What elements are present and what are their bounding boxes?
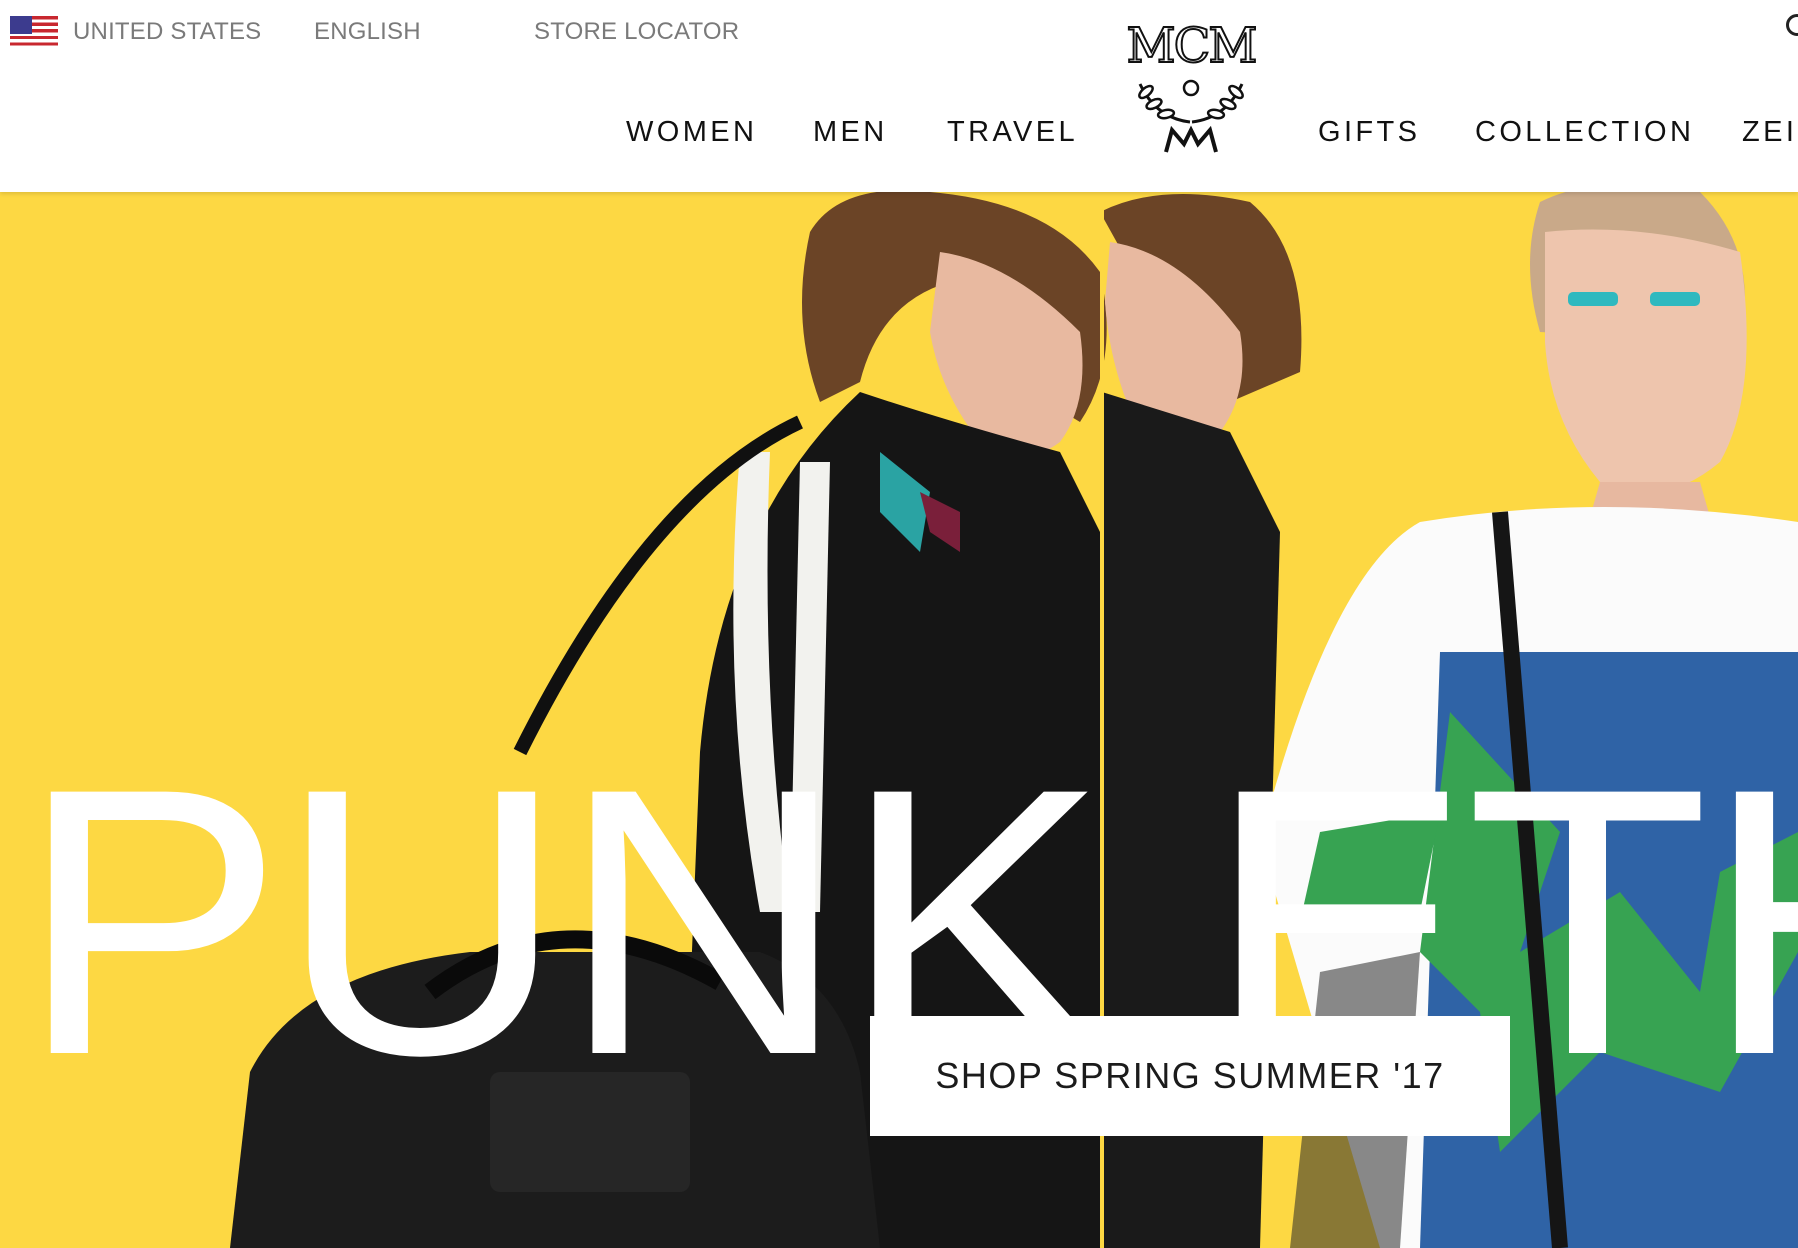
logo-wordmark: MCM (1126, 18, 1255, 74)
mcm-logo[interactable]: MCM (1125, 17, 1259, 158)
nav-zeitgeist[interactable]: ZEIT (1742, 116, 1798, 149)
mcm-laurel-logo-icon: MCM (1125, 17, 1259, 153)
nav-gifts[interactable]: GIFTS (1318, 116, 1420, 149)
nav-collection[interactable]: COLLECTION (1475, 116, 1694, 149)
country-selector[interactable]: UNITED STATES (73, 18, 261, 46)
shop-spring-summer-button[interactable]: SHOP SPRING SUMMER '17 (870, 1016, 1510, 1136)
nav-men[interactable]: MEN (813, 116, 888, 149)
language-selector[interactable]: ENGLISH (314, 18, 421, 46)
hero-banner[interactable]: PUNK ETH SHOP SPRING SUMMER '17 (0, 192, 1798, 1248)
store-locator-link[interactable]: STORE LOCATOR (534, 18, 739, 46)
nav-travel[interactable]: TRAVEL (947, 116, 1078, 149)
nav-women[interactable]: WOMEN (626, 116, 757, 149)
us-flag-icon[interactable] (10, 16, 58, 49)
search-icon[interactable] (1786, 14, 1798, 36)
site-header: UNITED STATES ENGLISH STORE LOCATOR MCM … (0, 0, 1798, 192)
